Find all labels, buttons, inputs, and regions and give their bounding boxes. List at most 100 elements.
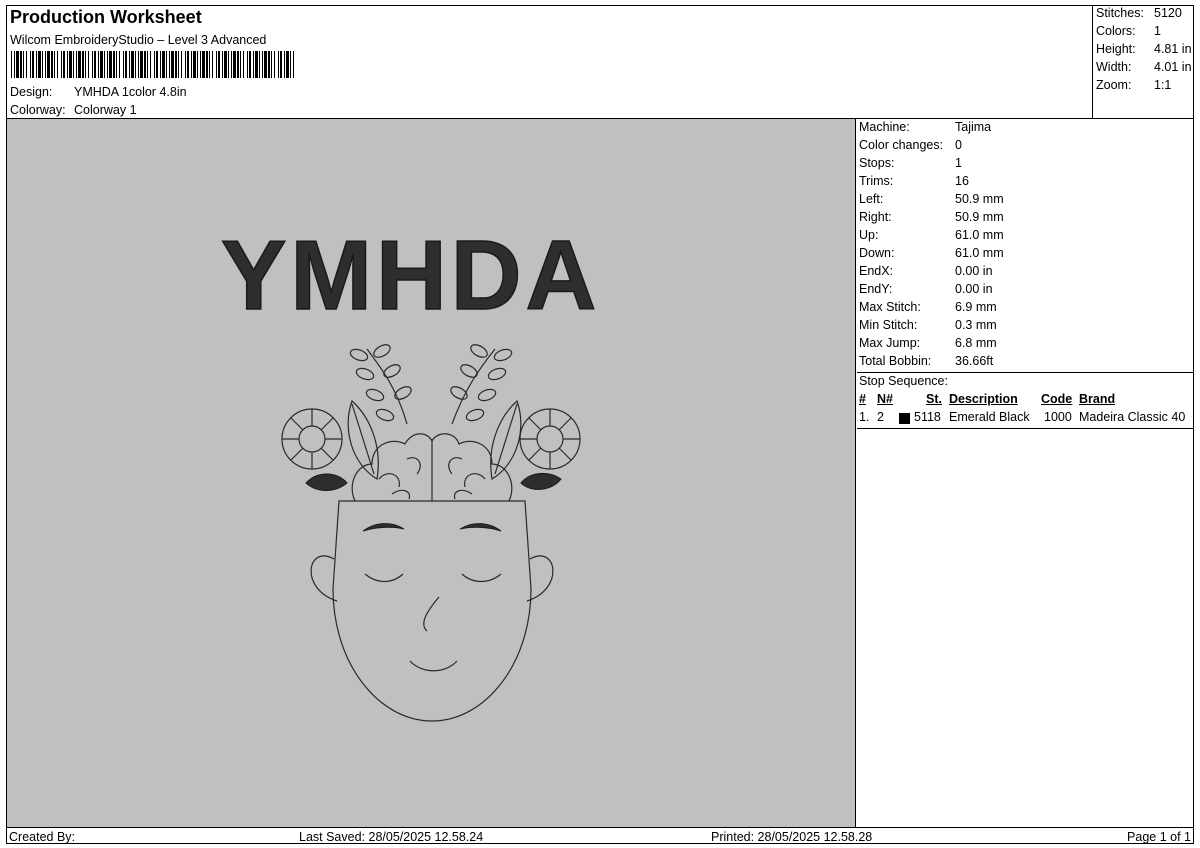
colorway-row: Colorway: Colorway 1	[10, 103, 137, 117]
stat-key: Colors:	[1096, 24, 1136, 38]
info-key: Max Jump:	[859, 336, 921, 350]
printed-date: Printed: 28/05/2025 12.58.28	[711, 830, 873, 844]
row-index: 1.	[859, 410, 870, 424]
row-n: 2	[877, 410, 884, 424]
info-row: Total Bobbin: 36.66ft	[859, 354, 993, 368]
left-fill-leaf	[305, 473, 348, 491]
design-row: Design: YMHDA 1color 4.8in	[10, 85, 187, 99]
stat-row: Zoom: 1:1	[1096, 78, 1171, 92]
created-by: Created By:	[9, 830, 76, 844]
right-eyebrow	[459, 523, 502, 532]
info-key: EndY:	[859, 282, 893, 296]
stat-value: 1	[1154, 24, 1161, 38]
info-row: Down: 61.0 mm	[859, 246, 1004, 260]
row-stitches: 5118	[914, 410, 941, 424]
stat-row: Stitches: 5120	[1096, 6, 1182, 20]
stat-value: 4.81 in	[1154, 42, 1192, 56]
info-key: Left:	[859, 192, 884, 206]
info-row: EndX: 0.00 in	[859, 264, 993, 278]
info-key: Machine:	[859, 120, 910, 134]
info-row: EndY: 0.00 in	[859, 282, 993, 296]
stat-value: 5120	[1154, 6, 1182, 20]
column-header: Brand	[1079, 392, 1116, 406]
info-key: Down:	[859, 246, 895, 260]
info-row: Machine: Tajima	[859, 120, 991, 134]
info-key: Color changes:	[859, 138, 944, 152]
info-value: 61.0 mm	[955, 228, 1004, 242]
divider	[857, 372, 1194, 373]
stats-box: Stitches: 5120 Colors: 1 Height: 4.81 in Wi…	[1092, 6, 1194, 119]
info-value: 50.9 mm	[955, 192, 1004, 206]
colorway-label: Colorway:	[10, 103, 66, 117]
row-description: Emerald Black	[949, 410, 1030, 424]
column-header: St.	[926, 392, 942, 406]
info-key: Min Stitch:	[859, 318, 918, 332]
right-sprig	[450, 344, 513, 425]
info-key: Trims:	[859, 174, 894, 188]
info-value: 1	[955, 156, 962, 170]
right-eye	[461, 573, 502, 583]
info-key: EndX:	[859, 264, 894, 278]
info-value: Tajima	[955, 120, 992, 134]
info-value: 50.9 mm	[955, 210, 1004, 224]
info-row: Trims: 16	[859, 174, 969, 188]
last-saved: Last Saved: 28/05/2025 12.58.24	[299, 830, 484, 844]
stat-row: Colors: 1	[1096, 24, 1161, 38]
stat-value: 4.01 in	[1154, 60, 1192, 74]
stat-key: Stitches:	[1096, 6, 1144, 20]
info-row: Right: 50.9 mm	[859, 210, 1004, 224]
info-row: Left: 50.9 mm	[859, 192, 1004, 206]
production-worksheet: Production Worksheet Wilcom EmbroiderySt…	[6, 5, 1194, 844]
worksheet-header: Production Worksheet Wilcom EmbroiderySt…	[7, 6, 1093, 119]
info-key: Right:	[859, 210, 892, 224]
info-row: Up: 61.0 mm	[859, 228, 1004, 242]
design-preview: YMHDA	[7, 119, 856, 827]
stop-sequence-title: Stop Sequence:	[859, 374, 948, 388]
info-value: 0.3 mm	[955, 318, 997, 332]
info-value: 6.9 mm	[955, 300, 997, 314]
colorway-value: Colorway 1	[74, 103, 137, 117]
mouth	[409, 660, 458, 672]
left-eyebrow	[362, 523, 405, 532]
info-value: 0.00 in	[955, 282, 993, 296]
info-value: 61.0 mm	[955, 246, 1004, 260]
column-header: Description	[949, 392, 1018, 406]
left-sunflower	[281, 408, 343, 470]
stat-key: Width:	[1096, 60, 1132, 74]
info-key: Stops:	[859, 156, 895, 170]
design-text: YMHDA	[221, 220, 600, 330]
info-key: Total Bobbin:	[859, 354, 932, 368]
page-number: Page 1 of 1	[1127, 830, 1191, 844]
info-row: Color changes: 0	[859, 138, 962, 152]
right-fill-leaf	[520, 473, 562, 490]
divider	[857, 428, 1194, 429]
stat-row: Width: 4.01 in	[1096, 60, 1192, 74]
stat-key: Zoom:	[1096, 78, 1132, 92]
info-key: Max Stitch:	[859, 300, 921, 314]
embroidery-design: YMHDA	[220, 219, 600, 722]
barcode-icon	[11, 51, 294, 78]
info-row: Max Jump: 6.8 mm	[859, 336, 997, 350]
head-illustration	[281, 344, 581, 722]
software-name: Wilcom EmbroideryStudio – Level 3 Advanc…	[10, 33, 267, 47]
filled-details	[305, 473, 562, 532]
stat-key: Height:	[1096, 42, 1136, 56]
stat-value: 1:1	[1154, 78, 1172, 92]
left-eye	[364, 573, 404, 583]
row-code: 1000	[1044, 410, 1072, 424]
nose	[423, 596, 440, 632]
column-header: Code	[1041, 392, 1073, 406]
thread-color-swatch	[899, 413, 910, 424]
machine-info-panel: Machine: Tajima Color changes: 0 Stops: 1 T…	[857, 119, 1194, 827]
right-sunflower	[519, 408, 581, 470]
info-value: 16	[955, 174, 969, 188]
info-value: 36.66ft	[955, 354, 994, 368]
stat-row: Height: 4.81 in	[1096, 42, 1192, 56]
row-brand: Madeira Classic 40	[1079, 410, 1186, 424]
left-sprig	[349, 344, 412, 425]
info-row: Stops: 1	[859, 156, 962, 170]
column-header: N#	[877, 392, 893, 406]
info-value: 6.8 mm	[955, 336, 997, 350]
design-value: YMHDA 1color 4.8in	[74, 85, 187, 99]
info-key: Up:	[859, 228, 879, 242]
